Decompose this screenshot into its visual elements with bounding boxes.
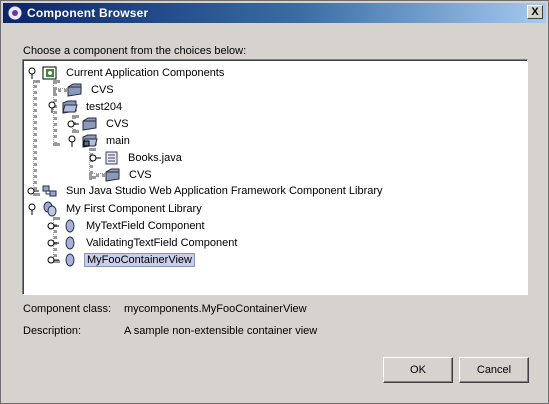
tree-node-label: Books.java — [128, 151, 182, 164]
folder-icon — [82, 116, 98, 132]
component-class-label: Component class: — [23, 303, 112, 315]
tree-node-label: My First Component Library — [66, 202, 202, 215]
expand-handle-icon[interactable] — [47, 237, 59, 249]
component-icon — [62, 252, 78, 268]
tree-node-label: CVS — [129, 168, 152, 181]
tree-row-current-application-components[interactable]: Current Application Components — [27, 64, 226, 81]
expand-handle-icon[interactable] — [47, 220, 59, 232]
folder-icon — [105, 167, 121, 183]
ok-button[interactable]: OK — [383, 357, 453, 383]
description-label: Description: — [23, 325, 82, 337]
expand-handle-icon[interactable] — [47, 254, 59, 266]
tree-row-myfoocontainerview[interactable]: MyFooContainerView — [47, 251, 195, 268]
collapse-handle-icon[interactable] — [27, 67, 39, 79]
collapse-handle-icon[interactable] — [27, 203, 39, 215]
instruction-label: Choose a component from the choices belo… — [23, 45, 247, 57]
tree-row-test204[interactable]: test204 — [47, 98, 124, 115]
folder-open-icon — [62, 99, 78, 115]
close-button[interactable]: X — [527, 5, 543, 19]
tree-node-label: ValidatingTextField Component — [86, 236, 238, 249]
collapse-handle-icon[interactable] — [47, 101, 59, 113]
title-bar[interactable]: Component Browser X — [3, 3, 546, 23]
package-folder-icon — [82, 133, 98, 149]
collapse-handle-icon[interactable] — [67, 135, 79, 147]
tree-node-label-selected: MyFooContainerView — [84, 252, 195, 267]
tree-row-my-first-component-library[interactable]: My First Component Library — [27, 200, 204, 217]
component-icon — [62, 235, 78, 251]
component-tree[interactable]: Current Application Components CVS test2… — [22, 59, 528, 295]
app-icon — [7, 5, 23, 21]
tree-row-cvs[interactable]: CVS — [67, 115, 131, 132]
tree-row-sun-java-studio-library[interactable]: Sun Java Studio Web Application Framewor… — [27, 182, 385, 199]
component-library-icon — [42, 201, 58, 217]
component-class-value: mycomponents.MyFooContainerView — [124, 303, 307, 315]
tree-node-label: Sun Java Studio Web Application Framewor… — [66, 184, 383, 197]
tree-node-label: CVS — [106, 117, 129, 130]
expand-handle-icon[interactable] — [67, 118, 79, 130]
tree-guide-line — [33, 80, 37, 196]
java-file-icon — [104, 150, 120, 166]
component-icon — [62, 218, 78, 234]
tree-node-label: CVS — [91, 83, 114, 96]
folder-icon — [67, 82, 83, 98]
component-library-icon — [42, 183, 58, 199]
tree-row-cvs[interactable]: CVS — [105, 166, 154, 183]
tree-node-label: Current Application Components — [66, 66, 225, 79]
tree-row-cvs[interactable]: CVS — [67, 81, 116, 98]
tree-row-validatingtextfield-component[interactable]: ValidatingTextField Component — [47, 234, 239, 251]
tree-row-mytextfield-component[interactable]: MyTextField Component — [47, 217, 207, 234]
tree-node-label: test204 — [86, 100, 123, 113]
window-title: Component Browser — [27, 6, 149, 20]
tree-node-label: main — [106, 134, 130, 147]
application-icon — [42, 65, 58, 81]
description-value: A sample non-extensible container view — [124, 325, 318, 337]
tree-row-main[interactable]: main — [67, 132, 132, 149]
expand-handle-icon[interactable] — [89, 152, 101, 164]
expand-handle-icon[interactable] — [27, 185, 39, 197]
cancel-button[interactable]: Cancel — [459, 357, 529, 383]
tree-row-books-java[interactable]: Books.java — [89, 149, 184, 166]
tree-node-label: MyTextField Component — [86, 219, 205, 232]
component-browser-dialog: Component Browser X Choose a component f… — [0, 0, 549, 404]
